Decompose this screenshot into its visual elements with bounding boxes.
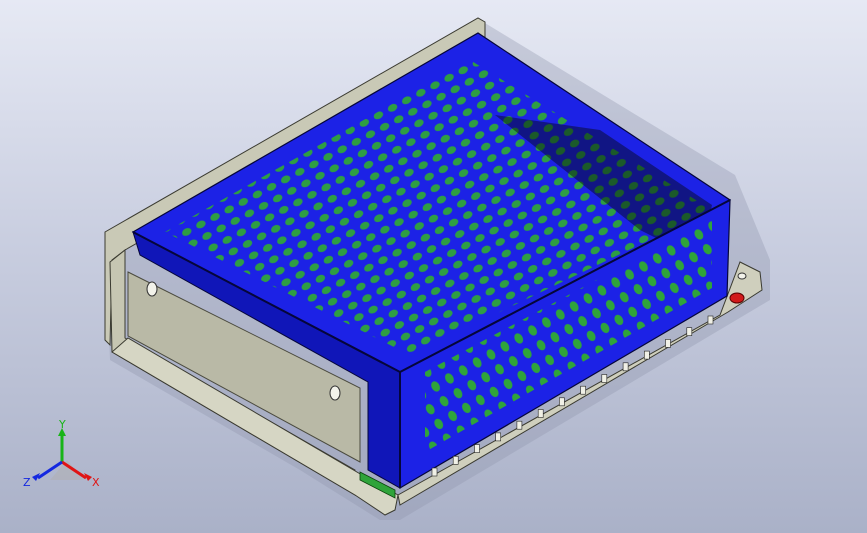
orientation-triad[interactable]: Y X Z [22, 420, 112, 500]
cover-slot [537, 409, 544, 418]
cover-slot [495, 432, 502, 442]
triad-cone-base [50, 460, 84, 480]
cover-slot [686, 327, 693, 337]
mount-hole-1 [146, 281, 158, 297]
cover-slot [707, 315, 714, 325]
cover-slot [431, 467, 438, 477]
cover-slot [580, 385, 586, 395]
mount-hole-2 [329, 385, 341, 401]
cover-slot [452, 455, 459, 465]
cover-slot [559, 397, 565, 407]
z-axis-label: Z [23, 476, 31, 489]
cover-slot [516, 420, 523, 430]
cover-slot [665, 339, 671, 348]
cover-slot [601, 374, 608, 383]
cad-viewport[interactable]: Y X Z [0, 0, 867, 533]
cover-slot [622, 362, 629, 372]
cover-slot [474, 444, 480, 453]
model-scene[interactable] [0, 0, 867, 533]
mount-hole-4 [737, 272, 747, 280]
mount-red-screw[interactable] [729, 292, 745, 304]
y-axis-label: Y [58, 420, 66, 431]
cover-slot [643, 350, 650, 360]
x-axis-label: X [92, 476, 100, 489]
